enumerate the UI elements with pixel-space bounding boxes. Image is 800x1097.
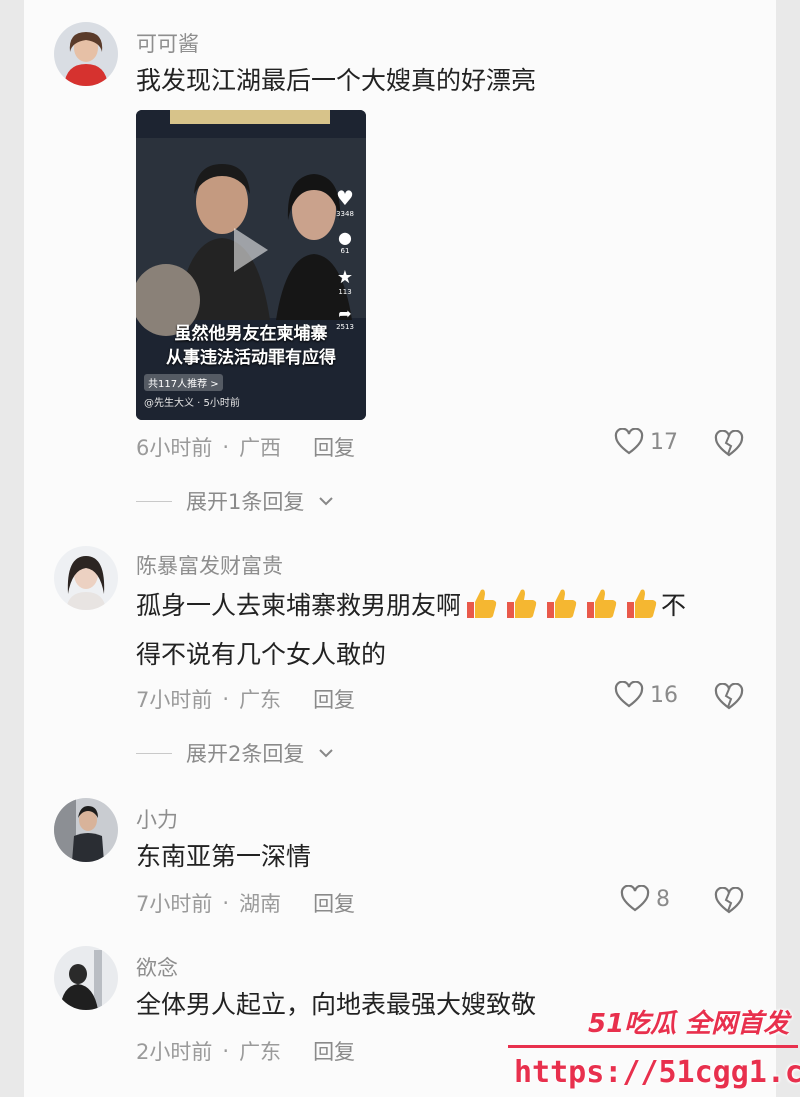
expand-replies-label: 展开2条回复 — [186, 742, 305, 766]
comment-text: 我发现江湖最后一个大嫂真的好漂亮 — [136, 66, 537, 95]
timestamp: 7小时前 — [136, 688, 213, 712]
expand-replies-label: 展开1条回复 — [186, 490, 305, 514]
like-count: 8 — [656, 886, 670, 912]
comment-meta: 2小时前 · 广东 回复 — [136, 1036, 355, 1066]
thumbs-up-emoji-group — [461, 589, 661, 620]
username[interactable]: 陈暴富发财富贵 — [136, 550, 283, 580]
thumbs-up-emoji-icon — [547, 589, 577, 618]
play-icon[interactable] — [234, 228, 268, 272]
site-watermark: 51吃瓜 全网首发 https://51cgg1.com — [500, 995, 800, 1097]
divider — [136, 752, 172, 754]
chevron-down-icon — [319, 497, 334, 506]
dislike-button[interactable] — [714, 886, 744, 919]
location: 广西 — [239, 436, 282, 460]
like-button[interactable]: 17 — [614, 428, 678, 456]
watermark-rule — [508, 1045, 798, 1048]
broken-heart-icon — [714, 886, 744, 914]
location: 广东 — [239, 688, 282, 712]
recommend-count[interactable]: 共117人推荐 > — [144, 374, 223, 391]
comment-text: 孤身一人去柬埔寨救男朋友啊不 — [136, 586, 686, 625]
divider — [136, 500, 172, 502]
avatar[interactable] — [54, 546, 118, 610]
avatar[interactable] — [54, 946, 118, 1010]
comment-text: 东南亚第一深情 — [136, 842, 312, 871]
watermark-title: 51吃瓜 全网首发 — [588, 1009, 790, 1039]
comment-list: 可可酱 我发现江湖最后一个大嫂真的好漂亮 ♥ 3348 ● 61 ★ 113 ➦… — [24, 0, 776, 1097]
reply-button[interactable]: 回复 — [313, 432, 355, 462]
timestamp: 7小时前 — [136, 892, 213, 916]
thumbs-up-emoji-icon — [587, 589, 617, 618]
comment-meta: 6小时前 · 广西 回复 — [136, 432, 355, 462]
video-banner — [170, 110, 330, 124]
separator: · — [222, 435, 230, 459]
like-button[interactable]: 16 — [614, 681, 678, 709]
heart-outline-icon — [614, 681, 644, 708]
star-icon: ★ — [336, 267, 354, 288]
separator: · — [222, 687, 230, 711]
chevron-down-icon — [319, 749, 334, 758]
video-author: @先生大义 · 5小时前 — [144, 398, 240, 409]
separator: · — [222, 891, 230, 915]
timestamp: 6小时前 — [136, 436, 213, 460]
comment-text: 全体男人起立，向地表最强大嫂致敬 — [136, 990, 537, 1019]
comment-meta: 7小时前 · 广东 回复 — [136, 684, 355, 714]
comment-meta: 7小时前 · 湖南 回复 — [136, 888, 355, 918]
expand-replies[interactable]: 展开1条回复 — [136, 486, 334, 516]
broken-heart-icon — [714, 682, 744, 710]
dislike-button[interactable] — [714, 429, 744, 462]
share-icon: ➦ — [338, 304, 352, 323]
like-count: 17 — [650, 429, 678, 455]
like-count: 16 — [650, 682, 678, 708]
watermark-url: https://51cgg1.com — [514, 1055, 800, 1090]
comment-bubble-icon: ● — [338, 228, 352, 247]
username[interactable]: 欲念 — [136, 952, 178, 982]
thumbs-up-emoji-icon — [507, 589, 537, 618]
broken-heart-icon — [714, 429, 744, 457]
heart-outline-icon — [620, 885, 650, 912]
video-thumbnail[interactable]: ♥ 3348 ● 61 ★ 113 ➦ 2513 虽然他男友在柬埔寨 从事违法活… — [136, 110, 366, 420]
reply-button[interactable]: 回复 — [313, 1036, 355, 1066]
timestamp: 2小时前 — [136, 1040, 213, 1064]
reply-button[interactable]: 回复 — [313, 684, 355, 714]
avatar[interactable] — [54, 798, 118, 862]
video-side-stats: ♥ 3348 ● 61 ★ 113 ➦ 2513 — [332, 186, 358, 331]
comment-text-line2: 得不说有几个女人敢的 — [136, 640, 387, 669]
location: 湖南 — [239, 892, 282, 916]
thumbs-up-emoji-icon — [627, 589, 657, 618]
location: 广东 — [239, 1040, 282, 1064]
like-button[interactable]: 8 — [620, 885, 670, 913]
dislike-button[interactable] — [714, 682, 744, 715]
thumbs-up-emoji-icon — [467, 589, 497, 618]
reply-button[interactable]: 回复 — [313, 888, 355, 918]
avatar[interactable] — [54, 22, 118, 86]
username[interactable]: 小力 — [136, 804, 178, 834]
video-caption: 虽然他男友在柬埔寨 从事违法活动罪有应得 — [166, 324, 336, 368]
expand-replies[interactable]: 展开2条回复 — [136, 738, 334, 768]
heart-icon: ♥ — [336, 186, 354, 210]
username[interactable]: 可可酱 — [136, 28, 199, 58]
heart-outline-icon — [614, 428, 644, 455]
separator: · — [222, 1039, 230, 1063]
